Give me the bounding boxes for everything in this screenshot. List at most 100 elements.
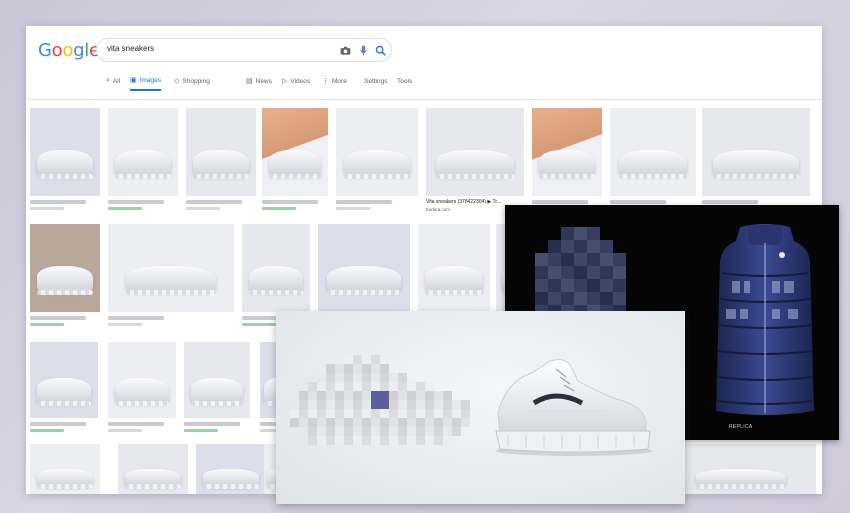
blurred-source bbox=[30, 323, 64, 326]
sneaker-mosaic-tile bbox=[371, 382, 380, 391]
vest-mosaic-tile bbox=[548, 292, 561, 305]
sneaker-mosaic-tile bbox=[353, 436, 362, 445]
replica-vest-image bbox=[716, 224, 814, 415]
blurred-source bbox=[242, 323, 276, 326]
image-result-thumbnail[interactable] bbox=[196, 444, 266, 494]
vest-mosaic-tile bbox=[600, 240, 613, 253]
image-result-thumbnail[interactable] bbox=[610, 108, 696, 196]
sneaker-mosaic-tile bbox=[344, 436, 353, 445]
image-result-thumbnail[interactable] bbox=[30, 444, 100, 494]
search-icon[interactable] bbox=[374, 44, 387, 57]
sneaker-mosaic-tile bbox=[335, 382, 344, 391]
image-result-thumbnail[interactable] bbox=[30, 224, 100, 312]
blurred-source bbox=[30, 429, 64, 432]
blurred-caption bbox=[30, 316, 86, 320]
image-result-thumbnail[interactable] bbox=[242, 224, 310, 312]
sneaker-sole-shape bbox=[248, 290, 304, 296]
image-result-thumbnail[interactable] bbox=[118, 444, 188, 494]
microphone-icon[interactable] bbox=[357, 44, 370, 57]
vest-mosaic-tile bbox=[600, 253, 613, 266]
image-result-thumbnail[interactable] bbox=[186, 108, 256, 196]
vest-mosaic-tile bbox=[535, 253, 548, 266]
search-input[interactable]: vita sneakers bbox=[96, 38, 392, 62]
vest-mosaic-tile bbox=[535, 266, 548, 279]
sneaker-sole-shape bbox=[115, 174, 171, 180]
image-result-caption[interactable]: Vita sneakers (378422304) ▶ Tr... bbox=[426, 199, 501, 205]
sneaker-mosaic-tile bbox=[416, 427, 425, 436]
camera-icon[interactable] bbox=[339, 44, 352, 57]
image-result-thumbnail[interactable] bbox=[262, 108, 328, 196]
sneaker-mosaic-tile bbox=[353, 355, 362, 364]
sneaker-mosaic-tile bbox=[326, 418, 335, 427]
sneaker-mosaic-tile bbox=[452, 409, 461, 418]
sneaker-mosaic-tile bbox=[371, 373, 380, 382]
sneaker-mosaic-tile bbox=[389, 391, 398, 400]
logo-letter: g bbox=[73, 40, 85, 61]
sneaker-mosaic-tile bbox=[326, 409, 335, 418]
vest-mosaic-tile bbox=[548, 266, 561, 279]
sneaker-mosaic-tile bbox=[407, 436, 416, 445]
sneaker-mosaic-tile bbox=[389, 400, 398, 409]
sneaker-mosaic-tile bbox=[362, 355, 371, 364]
blurred-caption bbox=[30, 200, 86, 204]
sneaker-mosaic-tile bbox=[326, 391, 335, 400]
sneaker-mosaic-tile bbox=[299, 409, 308, 418]
image-result-thumbnail[interactable] bbox=[426, 108, 524, 196]
image-result-source[interactable]: tradera.com bbox=[426, 207, 450, 212]
tab-shopping[interactable]: ◇ Shopping bbox=[174, 71, 210, 91]
image-result-thumbnail[interactable] bbox=[532, 108, 602, 196]
search-query-text[interactable]: vita sneakers bbox=[107, 44, 154, 53]
tools-link[interactable]: Tools bbox=[397, 71, 412, 91]
sneaker-mosaic-tile bbox=[398, 418, 407, 427]
image-result-thumbnail[interactable] bbox=[666, 444, 816, 494]
image-result-thumbnail[interactable] bbox=[702, 108, 810, 196]
sneaker-mosaic-tile bbox=[371, 391, 380, 400]
tab-news[interactable]: ▤ News bbox=[246, 71, 272, 91]
image-result-thumbnail[interactable] bbox=[418, 224, 490, 312]
sneaker-mosaic-tile bbox=[371, 355, 380, 364]
sneaker-mosaic-tile bbox=[380, 436, 389, 445]
sneaker-mosaic-tile bbox=[344, 400, 353, 409]
tab-images[interactable]: ▣ Images bbox=[130, 71, 161, 91]
tab-videos[interactable]: ▷ Videos bbox=[282, 71, 310, 91]
sneaker-mosaic-tile bbox=[389, 382, 398, 391]
image-result-thumbnail[interactable] bbox=[30, 342, 98, 418]
sneaker-mosaic-tile bbox=[425, 409, 434, 418]
search-icon: ⌕ bbox=[106, 77, 110, 84]
tab-more[interactable]: ⋮ More bbox=[322, 71, 347, 91]
tab-all[interactable]: ⌕ All bbox=[106, 71, 120, 91]
sneaker-mosaic-tile bbox=[353, 382, 362, 391]
sneaker-mosaic-tile bbox=[443, 400, 452, 409]
sneaker-mosaic-tile bbox=[344, 391, 353, 400]
vest-mosaic-tile bbox=[561, 227, 574, 240]
blurred-caption bbox=[108, 200, 164, 204]
blurred-caption bbox=[336, 200, 392, 204]
image-result-thumbnail[interactable] bbox=[336, 108, 418, 196]
sneaker-mosaic-tile bbox=[299, 400, 308, 409]
image-result-thumbnail[interactable] bbox=[184, 342, 250, 418]
sneaker-mosaic-tile bbox=[362, 373, 371, 382]
sneaker-mosaic-tile bbox=[308, 400, 317, 409]
image-result-thumbnail[interactable] bbox=[30, 108, 100, 196]
settings-link[interactable]: Settings bbox=[364, 71, 388, 91]
google-logo[interactable]: Google bbox=[38, 40, 100, 61]
vest-mosaic-tile bbox=[574, 279, 587, 292]
vest-mosaic-tile bbox=[574, 292, 587, 305]
sneaker-mosaic-tile bbox=[335, 436, 344, 445]
sneaker-mosaic-tile bbox=[344, 409, 353, 418]
image-result-thumbnail[interactable] bbox=[108, 224, 234, 312]
vest-mosaic-tile bbox=[561, 279, 574, 292]
sneaker-mosaic-tile bbox=[434, 436, 443, 445]
sneaker-mosaic-tile bbox=[317, 409, 326, 418]
sneaker-mosaic-tile bbox=[443, 418, 452, 427]
sneaker-sole-shape bbox=[36, 400, 92, 406]
sneaker-mosaic-tile bbox=[407, 418, 416, 427]
sneaker-mosaic-tile bbox=[425, 382, 434, 391]
sneaker-mosaic-tile bbox=[308, 391, 317, 400]
image-result-thumbnail[interactable] bbox=[318, 224, 410, 312]
image-result-thumbnail[interactable] bbox=[108, 108, 178, 196]
image-result-thumbnail[interactable] bbox=[108, 342, 176, 418]
sneaker-mosaic-tile bbox=[380, 418, 389, 427]
sneaker-sole-shape bbox=[193, 174, 249, 180]
sneaker-sole-shape bbox=[203, 483, 259, 489]
